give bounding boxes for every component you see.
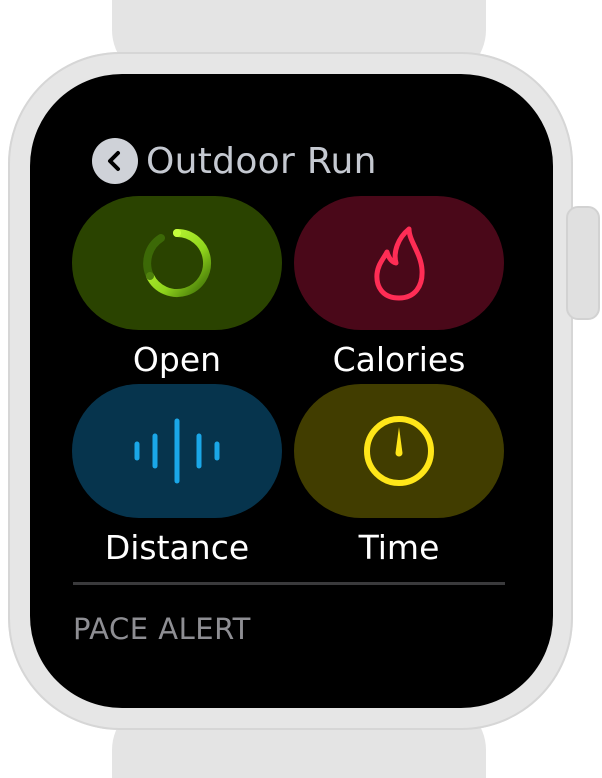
digital-crown[interactable] [566, 206, 600, 320]
watch-screen: Outdoor Run Open Calories Distance Time … [30, 74, 553, 708]
time-goal-label: Time [358, 528, 440, 567]
page-title: Outdoor Run [146, 140, 377, 182]
chevron-left-icon [108, 151, 120, 171]
distance-goal-tile[interactable] [72, 384, 282, 518]
distance-bars-icon [134, 418, 220, 484]
pace-alert-section-header[interactable]: PACE ALERT [73, 612, 251, 646]
divider [73, 582, 505, 585]
flame-icon [374, 226, 425, 301]
header: Outdoor Run [92, 138, 377, 184]
stopwatch-icon [364, 416, 434, 486]
time-goal-tile[interactable] [294, 384, 504, 518]
open-goal-ring-icon [143, 229, 212, 297]
calories-goal-label: Calories [332, 340, 466, 379]
open-goal-tile[interactable] [72, 196, 282, 330]
distance-goal-label: Distance [104, 528, 250, 567]
back-button[interactable] [92, 138, 138, 184]
calories-goal-tile[interactable] [294, 196, 504, 330]
open-goal-label: Open [132, 340, 222, 379]
